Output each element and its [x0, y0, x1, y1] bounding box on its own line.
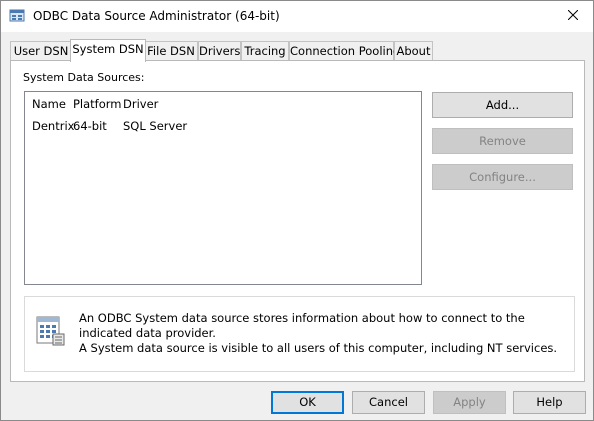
system-data-sources-label: System Data Sources:: [23, 71, 145, 84]
info-box: An ODBC System data source stores inform…: [24, 296, 575, 372]
ok-button[interactable]: OK: [271, 391, 344, 414]
info-line-1: An ODBC System data source stores inform…: [79, 311, 525, 340]
close-button[interactable]: [553, 1, 593, 31]
list-item[interactable]: Dentrix 64-bit SQL Server: [25, 118, 421, 136]
configure-button[interactable]: Configure...: [432, 164, 573, 190]
add-button[interactable]: Add...: [432, 92, 573, 118]
close-icon: [567, 9, 579, 23]
tab-user-dsn[interactable]: User DSN: [10, 41, 72, 61]
help-button[interactable]: Help: [513, 391, 586, 414]
dsn-platform: 64-bit: [73, 119, 107, 133]
data-source-icon: [34, 315, 66, 347]
apply-button[interactable]: Apply: [433, 391, 506, 414]
dsn-name: Dentrix: [32, 119, 75, 133]
column-header-driver[interactable]: Driver: [123, 97, 158, 111]
remove-button[interactable]: Remove: [432, 128, 573, 154]
list-header: Name Platform Driver: [25, 92, 421, 114]
dsn-driver: SQL Server: [123, 119, 188, 133]
tab-system-dsn[interactable]: System DSN: [70, 39, 146, 62]
title-bar: ODBC Data Source Administrator (64-bit): [1, 1, 593, 32]
tab-file-dsn[interactable]: File DSN: [144, 41, 198, 61]
info-line-2: A System data source is visible to all u…: [79, 341, 558, 355]
tab-about[interactable]: About: [394, 41, 433, 61]
system-dsn-panel: System Data Sources: Name Platform Drive…: [10, 60, 585, 382]
info-description: An ODBC System data source stores inform…: [79, 311, 569, 356]
data-sources-list[interactable]: Name Platform Driver Dentrix 64-bit SQL …: [24, 91, 422, 285]
odbc-administrator-window: ODBC Data Source Administrator (64-bit) …: [0, 0, 594, 421]
tab-drivers[interactable]: Drivers: [198, 41, 241, 61]
odbc-app-icon: [9, 8, 25, 24]
cancel-button[interactable]: Cancel: [352, 391, 425, 414]
window-title: ODBC Data Source Administrator (64-bit): [33, 9, 280, 23]
column-header-name[interactable]: Name: [32, 97, 66, 111]
tab-tracing[interactable]: Tracing: [241, 41, 289, 61]
column-header-platform[interactable]: Platform: [73, 97, 122, 111]
tab-connection-pooling[interactable]: Connection Pooling: [289, 41, 400, 61]
